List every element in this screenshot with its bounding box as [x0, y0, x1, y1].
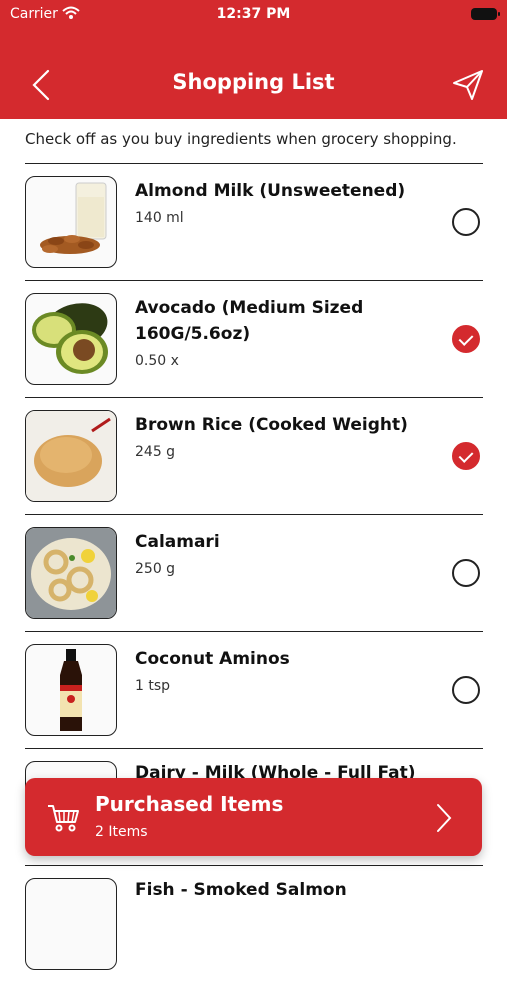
item-checkbox[interactable]: [452, 208, 480, 236]
status-bar: Carrier 12:37 PM: [0, 0, 507, 30]
item-name: Avocado (Medium Sized 160G/5.6oz): [135, 298, 364, 344]
chevron-right-icon: [437, 804, 452, 832]
almond-milk-image: [25, 176, 117, 268]
item-name: Calamari: [135, 532, 220, 552]
list-item: Coconut Aminos 1 tsp: [0, 632, 507, 749]
purchased-items-button[interactable]: Purchased Items 2 Items: [25, 778, 482, 856]
purchased-title: Purchased Items: [95, 792, 284, 816]
coconut-aminos-image: [25, 644, 117, 736]
shopping-list: Almond Milk (Unsweetened) 140 ml Avocado…: [0, 164, 507, 983]
cart-icon: [48, 805, 79, 832]
item-checkbox[interactable]: [452, 559, 480, 587]
instruction-text: Check off as you buy ingredients when gr…: [25, 130, 457, 148]
item-quantity: 1 tsp: [135, 678, 171, 694]
item-name: Brown Rice (Cooked Weight): [135, 415, 408, 435]
app-header: Carrier 12:37 PM Shopping List: [0, 0, 507, 119]
smoked-salmon-image: [25, 878, 117, 970]
list-item: Avocado (Medium Sized 160G/5.6oz) 0.50 x: [0, 281, 507, 398]
item-checkbox[interactable]: [452, 676, 480, 704]
item-name: Fish - Smoked Salmon: [135, 880, 347, 900]
send-icon[interactable]: [451, 68, 485, 102]
item-name: Almond Milk (Unsweetened): [135, 181, 406, 201]
calamari-image: [25, 527, 117, 619]
clock: 12:37 PM: [216, 6, 291, 22]
item-name: Coconut Aminos: [135, 649, 290, 669]
avocado-image: [25, 293, 117, 385]
item-checkbox[interactable]: [452, 325, 480, 353]
list-item: Brown Rice (Cooked Weight) 245 g: [0, 398, 507, 515]
page-title: Shopping List: [172, 70, 335, 94]
item-quantity: 0.50 x: [135, 353, 179, 369]
item-quantity: 245 g: [135, 444, 176, 460]
item-quantity: 250 g: [135, 561, 176, 577]
purchased-count: 2 Items: [95, 824, 148, 840]
list-item: Calamari 250 g: [0, 515, 507, 632]
list-item: Fish - Smoked Salmon: [0, 866, 507, 983]
brown-rice-image: [25, 410, 117, 502]
list-item: Almond Milk (Unsweetened) 140 ml: [0, 164, 507, 281]
battery-icon: [471, 8, 500, 20]
item-quantity: 140 ml: [135, 210, 184, 226]
item-checkbox[interactable]: [452, 442, 480, 470]
